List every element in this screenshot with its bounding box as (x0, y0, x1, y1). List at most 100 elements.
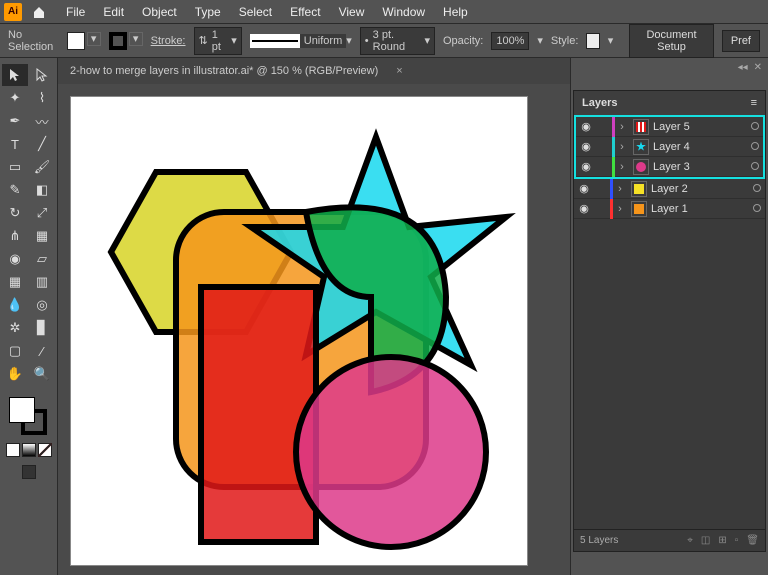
artboard-tool-icon[interactable]: ▢ (2, 340, 28, 362)
layer-row[interactable]: ◉ › Layer 2 (574, 179, 765, 199)
visibility-toggle-icon[interactable]: ◉ (576, 160, 596, 173)
scale-tool-icon[interactable]: ⤢ (29, 202, 55, 224)
rectangle-tool-icon[interactable]: ▭ (2, 156, 28, 178)
screen-mode-icon[interactable] (22, 465, 36, 479)
expand-icon[interactable]: › (615, 121, 629, 133)
pen-tool-icon[interactable]: ✒ (2, 110, 28, 132)
gradient-mode-icon[interactable] (22, 443, 36, 457)
layer-row[interactable]: ◉ › Layer 5 (576, 117, 763, 137)
target-icon[interactable] (747, 161, 763, 173)
visibility-toggle-icon[interactable]: ◉ (576, 120, 596, 133)
none-mode-icon[interactable] (38, 443, 52, 457)
layer-name[interactable]: Layer 5 (653, 121, 747, 133)
layer-thumb-icon (631, 201, 647, 217)
zoom-tool-icon[interactable]: 🔍 (29, 363, 55, 385)
locate-object-icon[interactable]: ⌖ (687, 535, 693, 546)
menu-type[interactable]: Type (187, 1, 229, 23)
hand-tool-icon[interactable]: ✋ (2, 363, 28, 385)
selection-label: No Selection (8, 29, 59, 53)
menu-help[interactable]: Help (435, 1, 476, 23)
close-tab-icon[interactable]: × (396, 65, 402, 77)
free-transform-tool-icon[interactable]: ▦ (29, 225, 55, 247)
preferences-button[interactable]: Pref (722, 30, 760, 52)
mesh-tool-icon[interactable]: ▦ (2, 271, 28, 293)
expand-icon[interactable]: › (613, 203, 627, 215)
expand-icon[interactable]: › (615, 141, 629, 153)
layer-row[interactable]: ◉ › Layer 4 (576, 137, 763, 157)
brush-def[interactable]: •3 pt. Round▾ (360, 27, 435, 55)
style-swatch[interactable] (586, 33, 599, 49)
fill-color-icon[interactable] (9, 397, 35, 423)
menu-select[interactable]: Select (231, 1, 280, 23)
layer-name[interactable]: Layer 3 (653, 161, 747, 173)
menu-file[interactable]: File (58, 1, 93, 23)
target-icon[interactable] (747, 121, 763, 133)
fill-stroke-control[interactable] (0, 393, 57, 483)
slice-tool-icon[interactable]: ⁄ (29, 340, 55, 362)
perspective-tool-icon[interactable]: ▱ (29, 248, 55, 270)
gradient-tool-icon[interactable]: ▥ (29, 271, 55, 293)
opacity-field[interactable]: 100% (491, 32, 529, 50)
visibility-toggle-icon[interactable]: ◉ (576, 140, 596, 153)
eyedropper-tool-icon[interactable]: 💧 (2, 294, 28, 316)
expand-icon[interactable]: › (615, 161, 629, 173)
paintbrush-tool-icon[interactable]: 🖌 (29, 156, 55, 178)
visibility-toggle-icon[interactable]: ◉ (574, 202, 594, 215)
new-sublayer-icon[interactable]: ⊞ (718, 535, 726, 546)
document-tab[interactable]: 2-how to merge layers in illustrator.ai*… (58, 58, 570, 84)
target-icon[interactable] (747, 141, 763, 153)
visibility-toggle-icon[interactable]: ◉ (574, 182, 594, 195)
menu-effect[interactable]: Effect (282, 1, 328, 23)
panels-column: ◂◂ ✕ Layers ≡ ◉ › Layer 5 (570, 58, 768, 575)
lasso-tool-icon[interactable]: ⌇ (29, 87, 55, 109)
make-clipping-mask-icon[interactable]: ◫ (701, 535, 710, 546)
shape-builder-tool-icon[interactable]: ◉ (2, 248, 28, 270)
menu-window[interactable]: Window (374, 1, 433, 23)
layer-row[interactable]: ◉ › Layer 3 (576, 157, 763, 177)
expand-icon[interactable]: › (613, 183, 627, 195)
curvature-tool-icon[interactable]: 〰 (29, 110, 55, 132)
fill-swatch[interactable]: ▾ (67, 32, 101, 50)
menu-view[interactable]: View (331, 1, 373, 23)
home-icon[interactable] (30, 3, 48, 21)
symbol-sprayer-tool-icon[interactable]: ✲ (2, 317, 28, 339)
stroke-weight[interactable]: ⇅1 pt▾ (194, 27, 242, 55)
menu-edit[interactable]: Edit (95, 1, 132, 23)
shaper-tool-icon[interactable]: ✎ (2, 179, 28, 201)
delete-layer-icon[interactable]: 🗑 (746, 535, 759, 546)
blend-tool-icon[interactable]: ◎ (29, 294, 55, 316)
color-mode-icon[interactable] (6, 443, 20, 457)
stroke-swatch[interactable]: ▾ (109, 32, 143, 50)
eraser-tool-icon[interactable]: ◧ (29, 179, 55, 201)
options-bar: No Selection ▾ ▾ Stroke: ⇅1 pt▾ Uniform▾… (0, 24, 768, 58)
stroke-label[interactable]: Stroke: (151, 35, 186, 47)
layer-name[interactable]: Layer 1 (651, 203, 749, 215)
layers-panel-title: Layers (582, 97, 617, 109)
layer-name[interactable]: Layer 2 (651, 183, 749, 195)
magic-wand-tool-icon[interactable]: ✦ (2, 87, 28, 109)
layer-thumb-icon (633, 159, 649, 175)
selection-tool-icon[interactable] (2, 64, 28, 86)
app-logo: Ai (4, 3, 22, 21)
type-tool-icon[interactable]: T (2, 133, 28, 155)
rotate-tool-icon[interactable]: ↻ (2, 202, 28, 224)
panel-collapse-icon[interactable]: ◂◂ (738, 62, 748, 73)
document-setup-button[interactable]: Document Setup (629, 24, 714, 58)
layer-row[interactable]: ◉ › Layer 1 (574, 199, 765, 219)
artboard[interactable] (70, 96, 528, 566)
new-layer-icon[interactable]: ▫ (735, 535, 739, 546)
panel-close-icon[interactable]: ✕ (754, 62, 762, 73)
rectangle-shape[interactable] (201, 287, 316, 542)
direct-selection-tool-icon[interactable] (29, 64, 55, 86)
panel-menu-icon[interactable]: ≡ (751, 97, 757, 109)
circle-shape[interactable] (296, 357, 486, 547)
line-tool-icon[interactable]: ╱ (29, 133, 55, 155)
width-tool-icon[interactable]: ⋔ (2, 225, 28, 247)
target-icon[interactable] (749, 183, 765, 195)
stroke-profile[interactable]: Uniform▾ (250, 34, 352, 48)
column-graph-tool-icon[interactable]: ▊ (29, 317, 55, 339)
menu-object[interactable]: Object (134, 1, 185, 23)
target-icon[interactable] (749, 203, 765, 215)
layer-thumb-icon (633, 139, 649, 155)
layer-name[interactable]: Layer 4 (653, 141, 747, 153)
